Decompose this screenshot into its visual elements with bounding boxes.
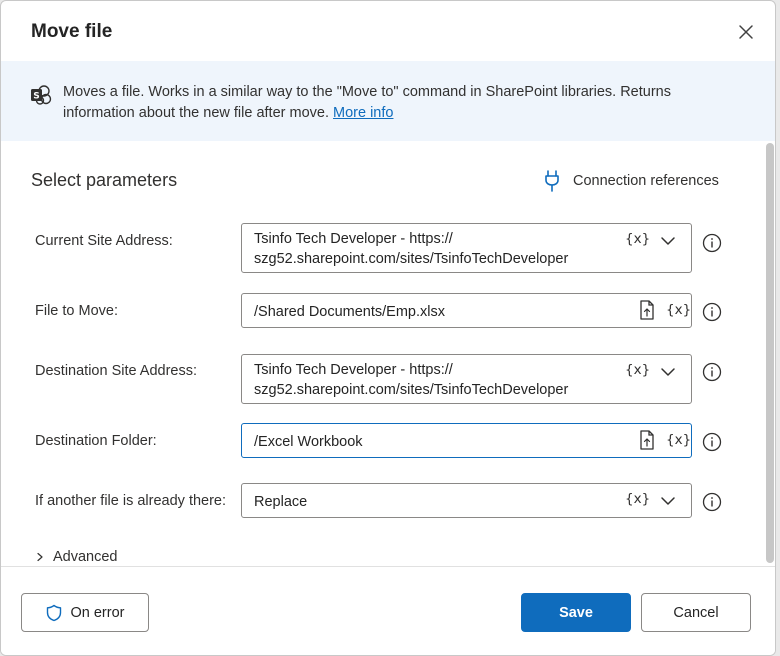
info-banner: S Moves a file. Works in a similar way t… bbox=[1, 61, 775, 141]
more-info-link[interactable]: More info bbox=[333, 105, 393, 121]
info-description: Moves a file. Works in a similar way to … bbox=[63, 82, 703, 124]
chevron-right-icon bbox=[37, 552, 43, 562]
chevron-down-icon[interactable] bbox=[660, 496, 676, 506]
info-icon[interactable] bbox=[702, 492, 722, 512]
close-icon bbox=[739, 25, 753, 39]
advanced-label: Advanced bbox=[53, 549, 118, 565]
cancel-button[interactable]: Cancel bbox=[641, 593, 751, 632]
current-site-value-line2: szg52.sharepoint.com/sites/TsinfoTechDev… bbox=[254, 251, 569, 267]
info-icon[interactable] bbox=[702, 432, 722, 452]
variable-button[interactable]: {x} bbox=[625, 491, 650, 507]
info-icon[interactable] bbox=[702, 233, 722, 253]
connection-references-button[interactable]: Connection references bbox=[544, 169, 719, 193]
plug-icon bbox=[545, 170, 559, 192]
destination-folder-field[interactable]: /Excel Workbook {x} bbox=[241, 423, 692, 458]
file-to-move-label: File to Move: bbox=[35, 303, 118, 319]
dialog-footer: On error Save Cancel bbox=[1, 566, 775, 655]
variable-button[interactable]: {x} bbox=[666, 432, 691, 448]
chevron-down-icon[interactable] bbox=[660, 367, 676, 377]
scrollbar-thumb[interactable] bbox=[766, 143, 774, 563]
move-file-dialog: Move file S Moves a file. Works in a sim… bbox=[0, 0, 776, 656]
scrollbar[interactable] bbox=[763, 141, 775, 566]
on-error-label: On error bbox=[70, 604, 125, 621]
file-to-move-value: /Shared Documents/Emp.xlsx bbox=[254, 304, 445, 320]
destination-site-value-line2: szg52.sharepoint.com/sites/TsinfoTechDev… bbox=[254, 382, 569, 398]
variable-button[interactable]: {x} bbox=[625, 362, 650, 378]
sharepoint-icon: S bbox=[31, 85, 52, 105]
current-site-value-line1: Tsinfo Tech Developer - https:// bbox=[254, 231, 453, 247]
destination-site-field[interactable]: Tsinfo Tech Developer - https:// szg52.s… bbox=[241, 354, 692, 404]
file-upload-icon[interactable] bbox=[639, 300, 655, 320]
variable-button[interactable]: {x} bbox=[625, 231, 650, 247]
svg-text:S: S bbox=[33, 92, 39, 102]
connection-references-label: Connection references bbox=[573, 173, 719, 189]
advanced-toggle[interactable]: Advanced bbox=[35, 549, 118, 565]
if-exists-label: If another file is already there: bbox=[35, 493, 227, 509]
close-button[interactable] bbox=[735, 21, 757, 43]
info-icon[interactable] bbox=[702, 362, 722, 382]
file-to-move-field[interactable]: /Shared Documents/Emp.xlsx {x} bbox=[241, 293, 692, 328]
current-site-field[interactable]: Tsinfo Tech Developer - https:// szg52.s… bbox=[241, 223, 692, 273]
if-exists-value: Replace bbox=[254, 494, 308, 510]
destination-site-value-line1: Tsinfo Tech Developer - https:// bbox=[254, 362, 453, 378]
save-button[interactable]: Save bbox=[521, 593, 631, 632]
shield-icon bbox=[46, 604, 61, 621]
current-site-label: Current Site Address: bbox=[35, 233, 173, 249]
destination-folder-label: Destination Folder: bbox=[35, 433, 157, 449]
destination-site-label: Destination Site Address: bbox=[35, 363, 198, 379]
variable-button[interactable]: {x} bbox=[666, 302, 691, 318]
destination-folder-value: /Excel Workbook bbox=[254, 434, 363, 450]
chevron-down-icon[interactable] bbox=[660, 236, 676, 246]
on-error-button[interactable]: On error bbox=[21, 593, 149, 632]
file-upload-icon[interactable] bbox=[639, 430, 655, 450]
info-icon[interactable] bbox=[702, 302, 722, 322]
if-exists-dropdown[interactable]: Replace {x} bbox=[241, 483, 692, 518]
dialog-title: Move file bbox=[31, 21, 113, 42]
section-title: Select parameters bbox=[31, 170, 178, 190]
